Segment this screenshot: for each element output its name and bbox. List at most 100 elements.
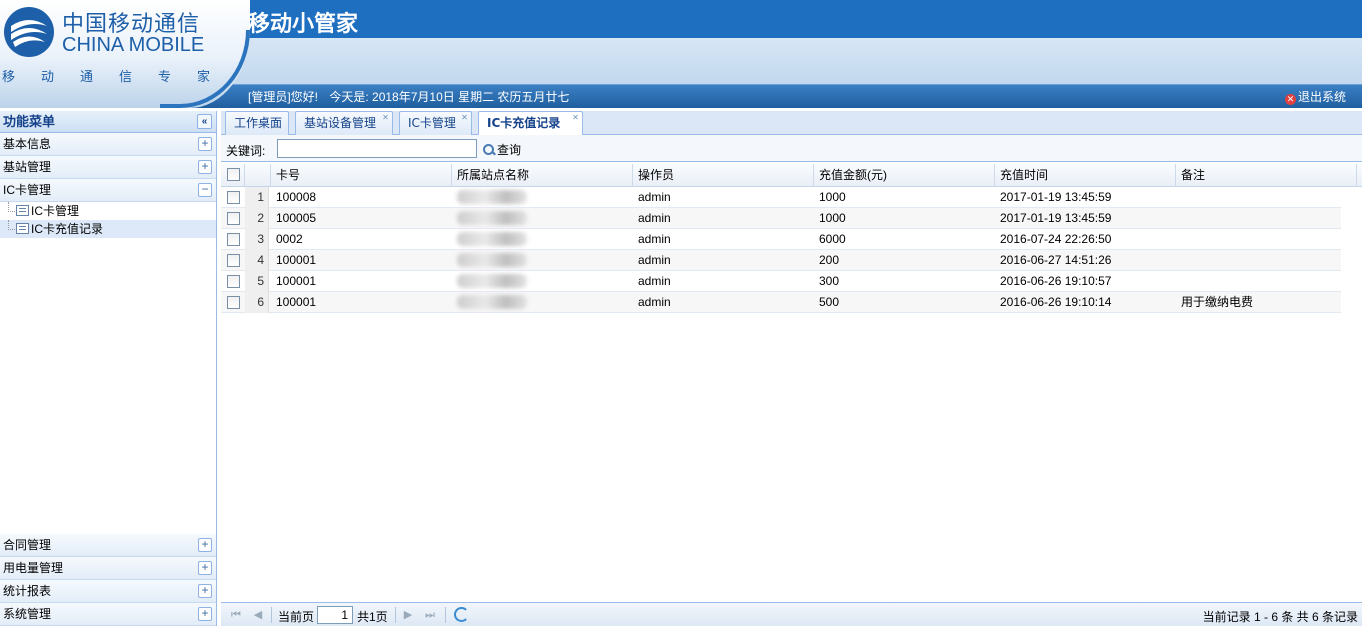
column-header-site[interactable]: 所属站点名称 [452, 164, 633, 187]
redacted-text [457, 295, 527, 309]
table-row[interactable]: 6 100001 admin 500 2016-06-26 19:10:14 用于缴纳电费 [221, 292, 1341, 313]
menu-item-ic-card-management[interactable]: IC卡管理 [0, 202, 216, 220]
logout-label: 退出系统 [1297, 90, 1346, 104]
tab-ic-card-recharge[interactable]: IC卡充值记录 ✕ [478, 111, 583, 136]
cell-operator: admin [638, 253, 671, 267]
menu-group-basic-info[interactable]: 基本信息 + [0, 133, 216, 156]
table-row[interactable]: 5 100001 admin 300 2016-06-26 19:10:57 [221, 271, 1341, 292]
expand-icon[interactable]: + [198, 137, 212, 151]
menu-group-contract[interactable]: 合同管理 + [0, 534, 216, 557]
app-title: 移动小管家 [248, 12, 359, 37]
cell-operator: admin [638, 295, 671, 309]
sidebar-title: 功能菜单 [3, 114, 56, 129]
keyword-input[interactable] [277, 139, 477, 158]
row-checkbox[interactable] [227, 275, 240, 288]
page-number-input[interactable] [317, 606, 353, 624]
expand-icon[interactable]: + [198, 607, 212, 621]
expand-icon[interactable]: + [198, 561, 212, 575]
close-icon[interactable]: ✕ [381, 113, 390, 122]
cell-time: 2016-06-26 19:10:14 [1000, 295, 1112, 309]
menu-group-station[interactable]: 基站管理 + [0, 156, 216, 179]
select-all-checkbox[interactable] [227, 168, 240, 181]
table-row[interactable]: 3 0002 admin 6000 2016-07-24 22:26:50 [221, 229, 1341, 250]
menu-item-label: IC卡管理 [31, 204, 80, 218]
prev-page-icon[interactable]: ◀ [251, 608, 265, 622]
redacted-text [457, 211, 527, 225]
last-page-icon[interactable]: ⏭ [423, 608, 437, 622]
cell-amount: 300 [819, 274, 840, 288]
menu-item-label: IC卡充值记录 [31, 222, 104, 236]
sidebar-header: 功能菜单 « [0, 111, 216, 133]
table-row[interactable]: 4 100001 admin 200 2016-06-27 14:51:26 [221, 250, 1341, 271]
pager-divider [445, 607, 446, 623]
menu-group-label: 用电量管理 [3, 561, 64, 575]
collapse-icon[interactable]: − [198, 183, 212, 197]
select-all-cell [221, 164, 245, 187]
cell-card-number: 100001 [276, 274, 317, 288]
cell-card-number: 100001 [276, 253, 317, 267]
cell-amount: 6000 [819, 232, 846, 246]
cell-time: 2017-01-19 13:45:59 [1000, 211, 1112, 225]
record-count-info: 当前记录 1 - 6 条 共 6 条记录 [1202, 610, 1358, 624]
table-row[interactable]: 1 100008 admin 1000 2017-01-19 13:45:59 [221, 187, 1341, 208]
cell-site-name [452, 208, 633, 229]
row-checkbox[interactable] [227, 191, 240, 204]
menu-item-ic-card-recharge[interactable]: IC卡充值记录 [0, 220, 216, 238]
column-header-operator[interactable]: 操作员 [633, 164, 814, 187]
close-icon[interactable]: ✕ [571, 113, 580, 122]
tab-label: 工作桌面 [234, 116, 283, 130]
menu-group-label: IC卡管理 [3, 183, 52, 197]
search-button[interactable]: 查询 [483, 141, 521, 158]
cell-card-number: 0002 [276, 232, 303, 246]
refresh-icon[interactable] [454, 607, 469, 622]
grid-header: 卡号 所属站点名称 操作员 充值金额(元) 充值时间 备注 [221, 164, 1362, 187]
app-header: 中国移动通信 CHINA MOBILE 移动通信专家 移动小管家 [管理员]您好… [0, 0, 1362, 108]
next-page-icon[interactable]: ▶ [401, 608, 415, 622]
grid-body: 1 100008 admin 1000 2017-01-19 13:45:59 2 1000… [221, 187, 1362, 313]
tab-bar: 工作桌面 基站设备管理 ✕ IC卡管理 ✕ IC卡充值记录 ✕ [221, 111, 1362, 136]
row-checkbox[interactable] [227, 212, 240, 225]
cell-note [1176, 208, 1357, 229]
first-page-icon[interactable]: ⏮ [229, 608, 243, 622]
cell-operator: admin [638, 274, 671, 288]
row-checkbox[interactable] [227, 233, 240, 246]
pager-divider [395, 607, 396, 623]
menu-group-power-usage[interactable]: 用电量管理 + [0, 557, 216, 580]
china-mobile-logo-icon [4, 7, 54, 57]
column-header-note[interactable]: 备注 [1176, 164, 1357, 187]
welcome-date: 今天是: 2018年7月10日 星期二 农历五月廿七 [329, 90, 570, 104]
expand-icon[interactable]: + [198, 538, 212, 552]
tab-desktop[interactable]: 工作桌面 [225, 111, 289, 135]
row-checkbox[interactable] [227, 296, 240, 309]
column-header-time[interactable]: 充值时间 [995, 164, 1176, 187]
expand-icon[interactable]: + [198, 160, 212, 174]
search-icon [483, 144, 495, 156]
menu-group-ic-card[interactable]: IC卡管理 − [0, 179, 216, 202]
column-header-amount[interactable]: 充值金额(元) [814, 164, 995, 187]
cell-time: 2016-06-26 19:10:57 [1000, 274, 1112, 288]
cell-amount: 1000 [819, 190, 846, 204]
tab-ic-card[interactable]: IC卡管理 ✕ [399, 111, 472, 135]
row-number: 2 [245, 208, 269, 229]
tab-label: IC卡充值记录 [487, 116, 561, 130]
row-checkbox[interactable] [227, 254, 240, 267]
logout-button[interactable]: ✕ 退出系统 [1284, 88, 1346, 105]
collapse-sidebar-icon[interactable]: « [197, 114, 212, 129]
logo-slogan: 移动通信专家 [2, 69, 237, 84]
expand-icon[interactable]: + [198, 584, 212, 598]
cell-site-name [452, 271, 633, 292]
cell-site-name [452, 292, 633, 313]
cell-operator: admin [638, 190, 671, 204]
menu-group-reports[interactable]: 统计报表 + [0, 580, 216, 603]
pagination-bar: ⏮ ◀ 当前页 共1页 ▶ ⏭ 当前记录 1 - 6 条 共 6 条记录 [221, 602, 1362, 626]
cell-card-number: 100005 [276, 211, 317, 225]
sidebar-bottom-groups: 合同管理 + 用电量管理 + 统计报表 + 系统管理 + [0, 534, 216, 626]
tab-label: IC卡管理 [408, 116, 456, 130]
close-icon[interactable]: ✕ [460, 113, 469, 122]
cell-note [1176, 271, 1357, 292]
cell-time: 2016-06-27 14:51:26 [1000, 253, 1112, 267]
table-row[interactable]: 2 100005 admin 1000 2017-01-19 13:45:59 [221, 208, 1341, 229]
menu-group-system[interactable]: 系统管理 + [0, 603, 216, 626]
column-header-card[interactable]: 卡号 [271, 164, 452, 187]
tab-station-equipment[interactable]: 基站设备管理 ✕ [295, 111, 393, 135]
